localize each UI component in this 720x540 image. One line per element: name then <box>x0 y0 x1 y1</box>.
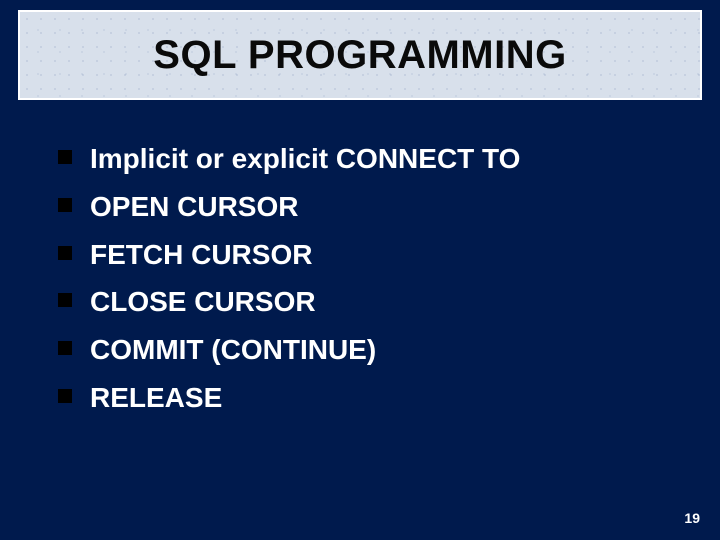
bullet-text: OPEN CURSOR <box>90 188 298 226</box>
bullet-text: CLOSE CURSOR <box>90 283 316 321</box>
list-item: RELEASE <box>58 379 680 417</box>
list-item: FETCH CURSOR <box>58 236 680 274</box>
list-item: Implicit or explicit CONNECT TO <box>58 140 680 178</box>
bullet-icon <box>58 293 72 307</box>
slide-title: SQL PROGRAMMING <box>153 33 566 78</box>
slide-content: Implicit or explicit CONNECT TO OPEN CUR… <box>58 140 680 427</box>
list-item: COMMIT (CONTINUE) <box>58 331 680 369</box>
bullet-icon <box>58 150 72 164</box>
bullet-text: Implicit or explicit CONNECT TO <box>90 140 520 178</box>
list-item: OPEN CURSOR <box>58 188 680 226</box>
slide: SQL PROGRAMMING Implicit or explicit CON… <box>0 0 720 540</box>
list-item: CLOSE CURSOR <box>58 283 680 321</box>
page-number: 19 <box>684 510 700 526</box>
bullet-text: RELEASE <box>90 379 222 417</box>
bullet-text: FETCH CURSOR <box>90 236 312 274</box>
bullet-icon <box>58 246 72 260</box>
bullet-icon <box>58 389 72 403</box>
title-bar: SQL PROGRAMMING <box>18 10 702 100</box>
bullet-icon <box>58 341 72 355</box>
bullet-icon <box>58 198 72 212</box>
bullet-text: COMMIT (CONTINUE) <box>90 331 376 369</box>
